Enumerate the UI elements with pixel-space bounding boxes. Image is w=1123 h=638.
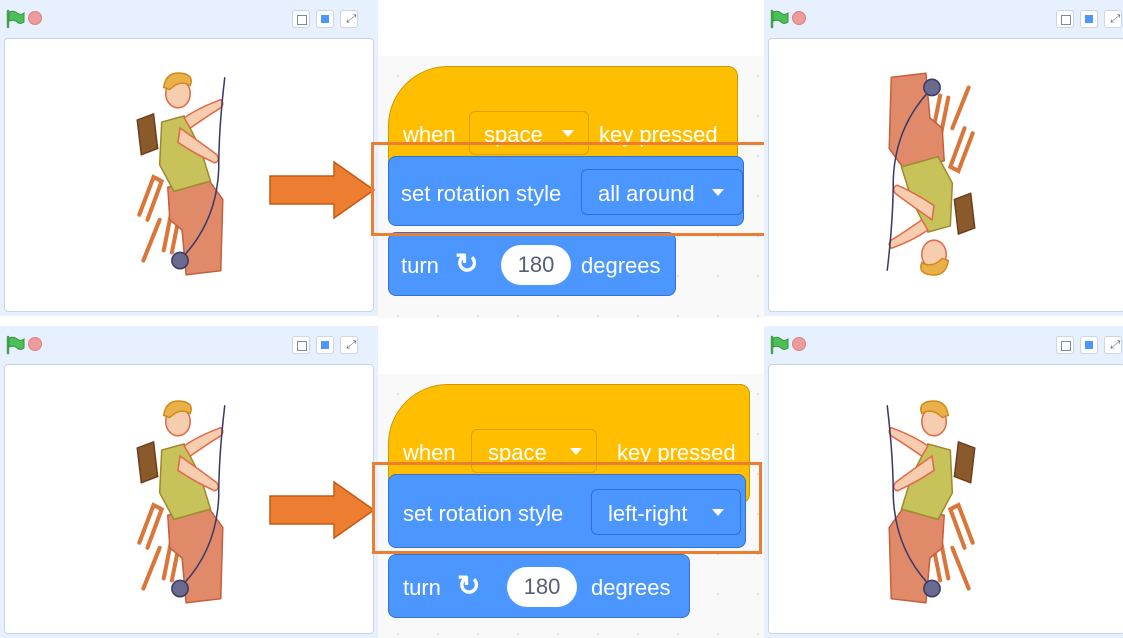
degrees-input[interactable]: 180: [501, 245, 571, 285]
knitting-woman-sprite-mirrored[interactable]: [877, 395, 989, 609]
knitting-woman-sprite[interactable]: [123, 395, 235, 609]
normal-stage-icon[interactable]: [316, 10, 334, 28]
stop-sign-icon[interactable]: [792, 337, 806, 351]
green-flag-icon[interactable]: [4, 334, 26, 356]
green-flag-icon[interactable]: [768, 334, 790, 356]
turn-label: turn: [401, 253, 439, 278]
knitting-woman-sprite-upside-down[interactable]: [877, 67, 989, 281]
fullscreen-icon[interactable]: ⤢: [340, 10, 358, 28]
turn-degrees-block[interactable]: turn ↻ 180 degrees: [388, 232, 676, 296]
degrees-input[interactable]: 180: [507, 567, 577, 607]
normal-stage-icon[interactable]: [316, 336, 334, 354]
stage-canvas[interactable]: [768, 364, 1123, 634]
stage-before-top: ⤢: [0, 0, 378, 316]
green-flag-icon[interactable]: [768, 8, 790, 30]
turn-label: turn: [403, 575, 441, 600]
right-arrow-icon: [269, 480, 376, 540]
highlight-box: [371, 142, 771, 236]
small-stage-icon[interactable]: [1056, 10, 1074, 28]
chevron-down-icon: [562, 130, 574, 137]
small-stage-icon[interactable]: [292, 336, 310, 354]
stage-canvas[interactable]: [768, 38, 1123, 312]
stage-header: ⤢: [0, 0, 378, 38]
right-arrow-icon: [269, 160, 376, 220]
stage-header: ⤢: [764, 0, 1123, 38]
fullscreen-icon[interactable]: ⤢: [1104, 336, 1122, 354]
stage-after-bottom: ⤢: [764, 326, 1123, 638]
small-stage-icon[interactable]: [1056, 336, 1074, 354]
stage-header: ⤢: [0, 326, 378, 364]
green-flag-icon[interactable]: [4, 8, 26, 30]
normal-stage-icon[interactable]: [1080, 336, 1098, 354]
degrees-label: degrees: [581, 253, 661, 278]
turn-degrees-block[interactable]: turn ↻ 180 degrees: [388, 554, 690, 618]
degrees-label: degrees: [591, 575, 671, 600]
rotate-clockwise-icon: ↻: [457, 570, 481, 601]
fullscreen-icon[interactable]: ⤢: [1104, 10, 1122, 28]
stop-sign-icon[interactable]: [28, 11, 42, 25]
stage-header: ⤢: [764, 326, 1123, 364]
fullscreen-icon[interactable]: ⤢: [340, 336, 358, 354]
stop-sign-icon[interactable]: [792, 11, 806, 25]
chevron-down-icon: [570, 448, 582, 455]
rotate-clockwise-icon: ↻: [455, 248, 479, 279]
knitting-woman-sprite[interactable]: [123, 67, 235, 281]
highlight-box: [372, 462, 762, 554]
normal-stage-icon[interactable]: [1080, 10, 1098, 28]
stage-after-top: ⤢: [764, 0, 1123, 316]
small-stage-icon[interactable]: [292, 10, 310, 28]
stop-sign-icon[interactable]: [28, 337, 42, 351]
